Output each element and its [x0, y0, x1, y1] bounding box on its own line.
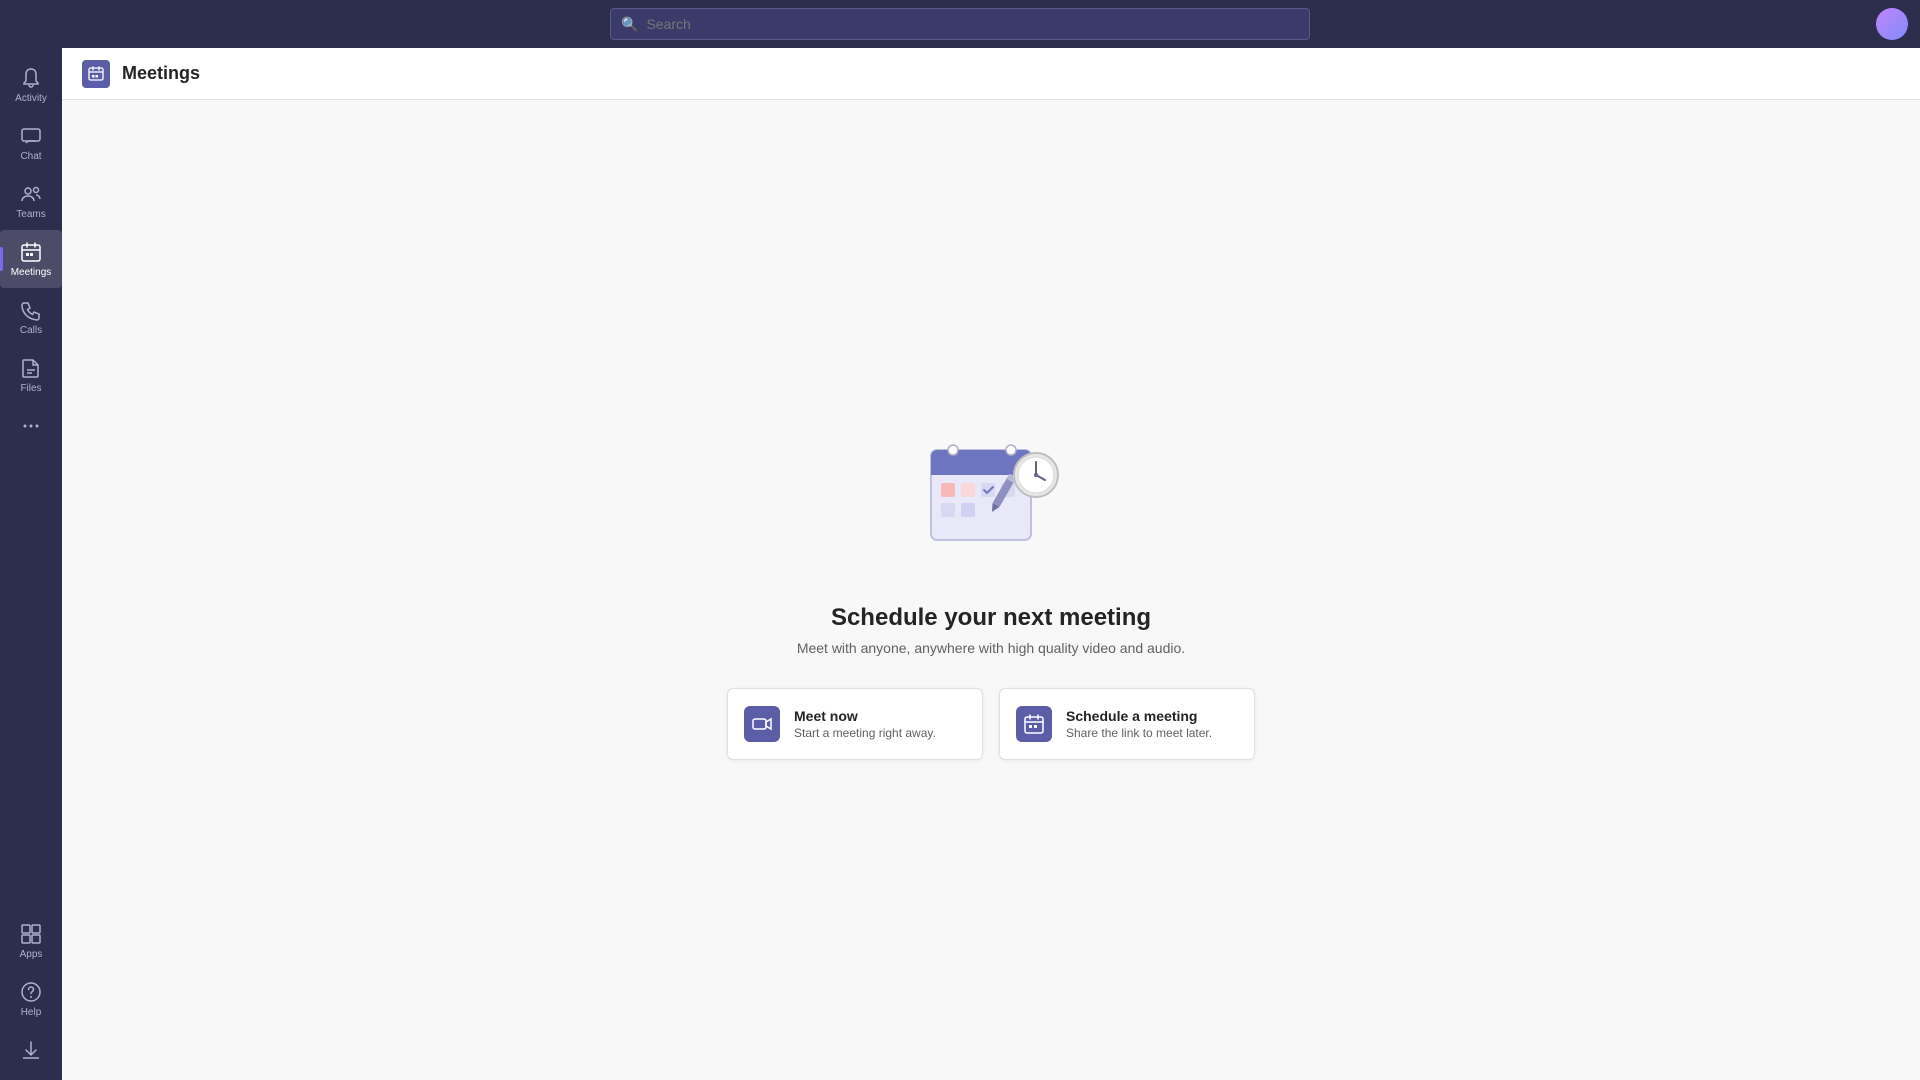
meet-now-icon — [744, 706, 780, 742]
search-icon: 🔍 — [621, 16, 638, 33]
schedule-meeting-card[interactable]: Schedule a meeting Share the link to mee… — [999, 688, 1255, 760]
sidebar-label-teams: Teams — [16, 209, 45, 220]
search-box[interactable]: 🔍 — [610, 8, 1310, 40]
sidebar-label-apps: Apps — [20, 949, 43, 960]
chat-icon — [19, 124, 43, 148]
sidebar-bottom: Apps Help — [0, 912, 62, 1080]
sidebar-item-files[interactable]: Files — [0, 346, 62, 404]
meetings-icon — [19, 240, 43, 264]
page-title: Meetings — [122, 63, 200, 84]
sidebar: Activity Chat Teams — [0, 48, 62, 1080]
main-subheading: Meet with anyone, anywhere with high qua… — [797, 640, 1185, 656]
sidebar-label-help: Help — [21, 1007, 42, 1018]
sidebar-label-calls: Calls — [20, 325, 42, 336]
meet-now-text: Meet now Start a meeting right away. — [794, 708, 936, 740]
meet-now-title: Meet now — [794, 708, 936, 724]
meet-now-card[interactable]: Meet now Start a meeting right away. — [727, 688, 983, 760]
sidebar-item-activity[interactable]: Activity — [0, 56, 62, 114]
main-heading: Schedule your next meeting — [831, 604, 1151, 632]
sidebar-label-meetings: Meetings — [11, 267, 52, 278]
schedule-meeting-subtitle: Share the link to meet later. — [1066, 726, 1212, 740]
user-avatar-area[interactable] — [1876, 8, 1908, 40]
activity-icon — [19, 66, 43, 90]
schedule-meeting-text: Schedule a meeting Share the link to mee… — [1066, 708, 1212, 740]
sidebar-label-chat: Chat — [20, 151, 41, 162]
avatar-image — [1876, 8, 1908, 40]
sidebar-item-calls[interactable]: Calls — [0, 288, 62, 346]
avatar[interactable] — [1876, 8, 1908, 40]
sidebar-item-help[interactable]: Help — [0, 970, 62, 1028]
search-input[interactable] — [646, 16, 1299, 32]
action-cards: Meet now Start a meeting right away. — [727, 688, 1255, 760]
sidebar-item-apps[interactable]: Apps — [0, 912, 62, 970]
schedule-meeting-title: Schedule a meeting — [1066, 708, 1212, 724]
files-icon — [19, 356, 43, 380]
main-layout: Activity Chat Teams — [0, 48, 1920, 1080]
teams-icon — [19, 182, 43, 206]
sidebar-label-activity: Activity — [15, 93, 47, 104]
calendar-illustration — [911, 420, 1071, 580]
page-header-icon — [82, 60, 110, 88]
page-header: Meetings — [62, 48, 1920, 100]
apps-icon — [19, 922, 43, 946]
calls-icon — [19, 298, 43, 322]
help-icon — [19, 980, 43, 1004]
sidebar-item-teams[interactable]: Teams — [0, 172, 62, 230]
meet-now-subtitle: Start a meeting right away. — [794, 726, 936, 740]
sidebar-label-files: Files — [20, 383, 41, 394]
schedule-meeting-icon — [1016, 706, 1052, 742]
sidebar-item-download[interactable] — [0, 1028, 62, 1072]
more-icon — [19, 414, 43, 438]
main-content: Schedule your next meeting Meet with any… — [62, 100, 1920, 1080]
sidebar-item-chat[interactable]: Chat — [0, 114, 62, 172]
content-area: Meetings — [62, 48, 1920, 1080]
sidebar-item-more[interactable] — [0, 404, 62, 448]
download-icon — [19, 1038, 43, 1062]
sidebar-item-meetings[interactable]: Meetings — [0, 230, 62, 288]
topbar: 🔍 — [0, 0, 1920, 48]
